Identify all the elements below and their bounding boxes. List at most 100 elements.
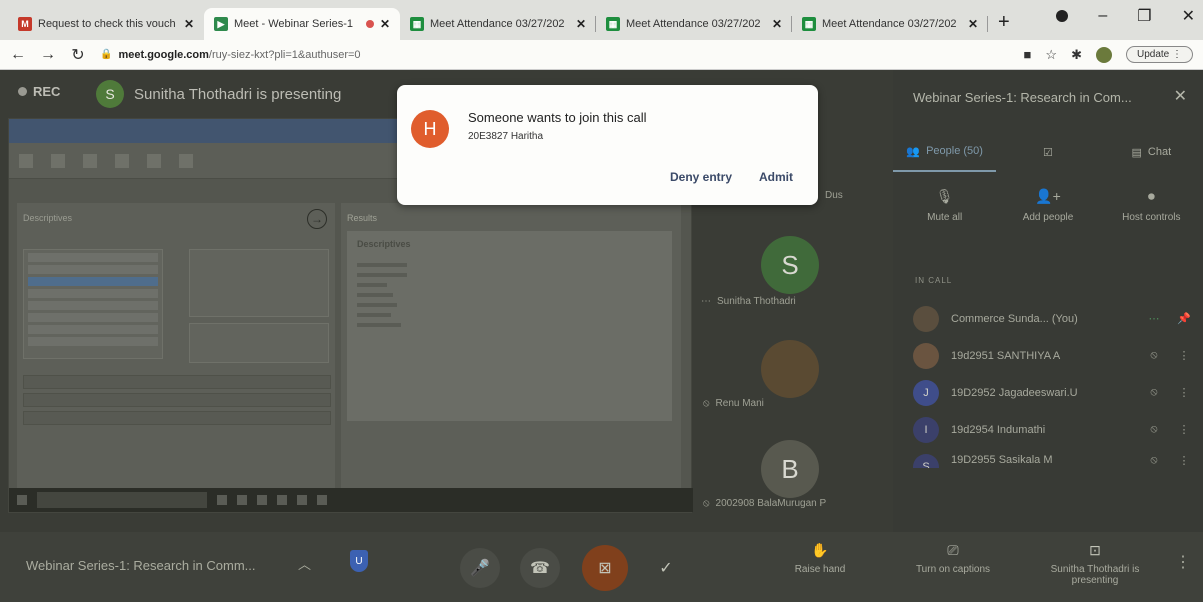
- admit-button[interactable]: Admit: [759, 170, 793, 184]
- avatar: [913, 305, 939, 332]
- tab-title: Meet Attendance 03/27/202: [430, 18, 565, 30]
- meeting-title[interactable]: Webinar Series-1: Research in Comm...: [26, 558, 256, 573]
- tile-name: ⋯ Sunitha Thothadri: [701, 296, 796, 307]
- close-tab-icon[interactable]: ✕: [576, 17, 586, 31]
- participant-list: Commerce Sunda... (You) ⋯ 📌 19d2951 SANT…: [913, 300, 1193, 468]
- mic-off-icon: ⦸: [703, 398, 710, 409]
- reload-icon[interactable]: ↻: [70, 45, 86, 65]
- profile-indicator-icon[interactable]: [1056, 10, 1069, 22]
- more-actions-check[interactable]: ✓: [646, 548, 686, 588]
- speaking-icon: ⋯: [1148, 313, 1160, 325]
- people-actions: 🎙 Mute all 👤+ Add people ⏺ Host controls: [893, 188, 1203, 248]
- mic-off-icon: ⦸: [1150, 386, 1158, 398]
- window-controls: – ❐ ✕: [1056, 6, 1195, 26]
- address-bar[interactable]: 🔒 meet.google.com/ruy-siez-kxt?pli=1&aut…: [100, 49, 1010, 61]
- more-vert-icon[interactable]: ⋮: [1175, 349, 1193, 362]
- avatar: I: [913, 416, 939, 443]
- variables-box: [189, 249, 329, 317]
- extensions-icon[interactable]: ✱: [1071, 47, 1082, 63]
- browser-tab-strip: M Request to check this vouch ✕ ▶ Meet -…: [0, 0, 1203, 40]
- presenter-avatar: S: [96, 80, 124, 108]
- chat-icon: ▤: [1131, 146, 1142, 159]
- camera-button[interactable]: ⊠: [582, 545, 628, 591]
- list-item[interactable]: 19d2951 SANTHIYA A ⦸ ⋮: [913, 337, 1193, 374]
- participant-name: 19d2954 Indumathi: [951, 423, 1046, 436]
- analysis-options-pane: Descriptives →: [17, 203, 335, 503]
- microphone-button[interactable]: 🎤: [460, 548, 500, 588]
- close-window-icon[interactable]: ✕: [1182, 6, 1195, 26]
- gmail-icon: M: [18, 17, 32, 31]
- sheets-icon: ▦: [606, 17, 620, 31]
- more-vert-icon[interactable]: ⋮: [1175, 386, 1193, 399]
- leave-call-button[interactable]: ☎: [520, 548, 560, 588]
- meet-icon: ▶: [214, 17, 228, 31]
- deny-entry-button[interactable]: Deny entry: [670, 170, 732, 184]
- camera-off-icon: ⊠: [598, 560, 612, 577]
- requester-name: 20E3827 Haritha: [468, 131, 544, 142]
- restore-icon[interactable]: ❐: [1137, 6, 1151, 26]
- list-item[interactable]: Commerce Sunda... (You) ⋯ 📌: [913, 300, 1193, 337]
- tile-avatar: [761, 340, 819, 398]
- close-tab-icon[interactable]: ✕: [380, 17, 390, 31]
- pin-icon[interactable]: 📌: [1175, 312, 1193, 325]
- avatar: S: [913, 454, 939, 468]
- raise-hand-button[interactable]: ✋ Raise hand: [790, 542, 850, 575]
- list-item[interactable]: S 19D2955 Sasikala M ⦸ ⋮: [913, 448, 1193, 468]
- activities-icon: ☑: [1043, 146, 1053, 159]
- close-tab-icon[interactable]: ✕: [184, 17, 194, 31]
- url-path: /ruy-siez-kxt?pli=1&authuser=0: [208, 48, 361, 61]
- tab-people[interactable]: 👥 People (50): [893, 132, 997, 172]
- add-person-icon: 👤+: [1035, 188, 1061, 204]
- sheets-icon: ▦: [410, 17, 424, 31]
- tab-sheets-2[interactable]: ▦ Meet Attendance 03/27/202 ✕: [596, 8, 792, 40]
- tab-sheets-1[interactable]: ▦ Meet Attendance 03/27/202 ✕: [400, 8, 596, 40]
- presenter-banner: S Sunitha Thothadri is presenting: [96, 80, 341, 108]
- tab-title: Request to check this vouch: [38, 18, 176, 30]
- table-title: Descriptives: [357, 239, 411, 249]
- mute-all-button[interactable]: 🎙 Mute all: [893, 188, 996, 248]
- captions-button[interactable]: ⎚ Turn on captions: [900, 542, 1006, 575]
- host-controls-button[interactable]: ⏺ Host controls: [1100, 188, 1203, 248]
- requester-avatar: H: [411, 110, 449, 148]
- pane-title: Results: [347, 213, 378, 223]
- meeting-controls-bar: Webinar Series-1: Research in Comm... ︿ …: [0, 532, 1203, 602]
- side-panel-title: Webinar Series-1: Research in Com...: [913, 90, 1132, 105]
- close-icon[interactable]: ✕: [1174, 86, 1187, 106]
- back-icon[interactable]: ←: [10, 46, 26, 64]
- shared-taskbar: [9, 488, 693, 512]
- more-vert-icon[interactable]: ⋮: [1175, 552, 1191, 572]
- profile-avatar[interactable]: [1095, 46, 1112, 63]
- url-host: meet.google.com: [118, 48, 209, 61]
- add-people-button[interactable]: 👤+ Add people: [996, 188, 1099, 248]
- mic-off-icon: ⦸: [703, 498, 710, 509]
- tab-gmail[interactable]: M Request to check this vouch ✕: [8, 8, 204, 40]
- tab-meet[interactable]: ▶ Meet - Webinar Series-1 ✕: [204, 8, 400, 40]
- shield-icon[interactable]: U: [350, 550, 368, 572]
- tile-name: Dus: [825, 190, 843, 201]
- present-icon: ⊡: [1089, 542, 1101, 558]
- more-vert-icon[interactable]: ⋮: [1175, 454, 1193, 467]
- list-item[interactable]: I 19d2954 Indumathi ⦸ ⋮: [913, 411, 1193, 448]
- forward-icon[interactable]: →: [40, 46, 56, 64]
- join-request-message: Someone wants to join this call: [468, 110, 647, 125]
- close-tab-icon[interactable]: ✕: [968, 17, 978, 31]
- update-button[interactable]: Update ⋮: [1125, 46, 1193, 63]
- presenting-button[interactable]: ⊡ Sunitha Thothadri is presenting: [1040, 542, 1150, 586]
- avatar: [913, 342, 939, 369]
- more-vert-icon[interactable]: ⋮: [1175, 423, 1193, 436]
- bookmark-star-icon[interactable]: ☆: [1045, 47, 1057, 63]
- tab-activities[interactable]: ☑: [996, 132, 1099, 172]
- tab-sheets-3[interactable]: ▦ Meet Attendance 03/27/202 ✕: [792, 8, 988, 40]
- recording-label: REC: [33, 84, 61, 99]
- minimize-icon[interactable]: –: [1098, 7, 1107, 25]
- close-tab-icon[interactable]: ✕: [772, 17, 782, 31]
- pane-title: Descriptives: [23, 213, 73, 223]
- list-item[interactable]: J 19D2952 Jagadeeswari.U ⦸ ⋮: [913, 374, 1193, 411]
- camera-indicator-icon[interactable]: ■: [1024, 47, 1032, 62]
- chevron-up-icon[interactable]: ︿: [298, 554, 311, 573]
- new-tab-button[interactable]: +: [988, 11, 1020, 40]
- sheets-icon: ▦: [802, 17, 816, 31]
- captions-icon: ⎚: [947, 542, 959, 558]
- recording-badge: REC: [18, 84, 60, 99]
- tab-chat[interactable]: ▤ Chat: [1100, 132, 1203, 172]
